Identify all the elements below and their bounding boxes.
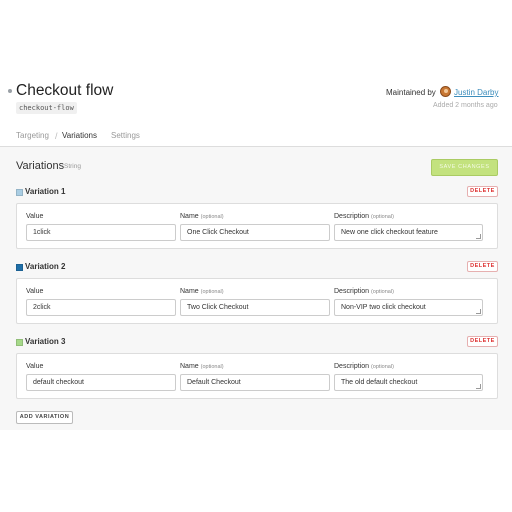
name-label: Name (optional) bbox=[180, 213, 224, 220]
tab-variations[interactable]: Variations bbox=[62, 131, 97, 140]
delete-button[interactable]: DELETE bbox=[467, 186, 498, 197]
description-label: Description (optional) bbox=[334, 213, 394, 220]
variation-color-swatch bbox=[16, 339, 23, 346]
description-label: Description (optional) bbox=[334, 288, 394, 295]
value-input[interactable]: 1click bbox=[26, 224, 176, 241]
name-label: Name (optional) bbox=[180, 363, 224, 370]
status-dot bbox=[8, 89, 12, 93]
description-textarea[interactable]: Non-VIP two click checkout bbox=[334, 299, 483, 316]
tab-targeting[interactable]: Targeting bbox=[16, 131, 49, 140]
name-input[interactable]: Default Checkout bbox=[180, 374, 330, 391]
variation-header: Variation 1 DELETE bbox=[16, 186, 498, 202]
variation-card: Value Name (optional) Description (optio… bbox=[16, 278, 498, 324]
name-input[interactable]: Two Click Checkout bbox=[180, 299, 330, 316]
variation-header: Variation 3 DELETE bbox=[16, 336, 498, 352]
delete-button[interactable]: DELETE bbox=[467, 336, 498, 347]
save-changes-button[interactable]: SAVE CHANGES bbox=[431, 159, 498, 176]
variation-header: Variation 2 DELETE bbox=[16, 261, 498, 277]
tab-bar: Targeting / Variations Settings bbox=[0, 131, 512, 146]
description-label: Description (optional) bbox=[334, 363, 394, 370]
name-label: Name (optional) bbox=[180, 288, 224, 295]
description-textarea[interactable]: New one click checkout feature bbox=[334, 224, 483, 241]
value-input[interactable]: 2click bbox=[26, 299, 176, 316]
variation-label: Variation 2 bbox=[25, 262, 66, 271]
section-title: Variations bbox=[16, 160, 65, 172]
value-input[interactable]: default checkout bbox=[26, 374, 176, 391]
delete-button[interactable]: DELETE bbox=[467, 261, 498, 272]
tab-divider: / bbox=[55, 131, 58, 141]
variation-card: Value Name (optional) Description (optio… bbox=[16, 203, 498, 249]
value-label: Value bbox=[26, 288, 44, 295]
maintained-by-label: Maintained by bbox=[386, 88, 436, 97]
add-variation-button[interactable]: ADD VARIATION bbox=[16, 411, 73, 424]
variation-label: Variation 3 bbox=[25, 337, 66, 346]
avatar bbox=[440, 86, 451, 97]
variation-type: String bbox=[64, 163, 81, 170]
value-label: Value bbox=[26, 363, 44, 370]
flag-key: checkout-flow bbox=[16, 102, 77, 114]
maintainer-link[interactable]: Justin Darby bbox=[454, 88, 498, 97]
page-title: Checkout flow bbox=[16, 82, 114, 99]
description-textarea[interactable]: The old default checkout bbox=[334, 374, 483, 391]
name-input[interactable]: One Click Checkout bbox=[180, 224, 330, 241]
added-timestamp: Added 2 months ago bbox=[433, 102, 498, 109]
value-label: Value bbox=[26, 213, 44, 220]
variation-label: Variation 1 bbox=[25, 187, 66, 196]
variation-color-swatch bbox=[16, 264, 23, 271]
tab-settings[interactable]: Settings bbox=[111, 131, 140, 140]
variation-color-swatch bbox=[16, 189, 23, 196]
variation-card: Value Name (optional) Description (optio… bbox=[16, 353, 498, 399]
flag-header: Checkout flow checkout-flow Maintained b… bbox=[0, 80, 512, 130]
variations-panel: Variations String SAVE CHANGES Variation… bbox=[0, 146, 512, 430]
